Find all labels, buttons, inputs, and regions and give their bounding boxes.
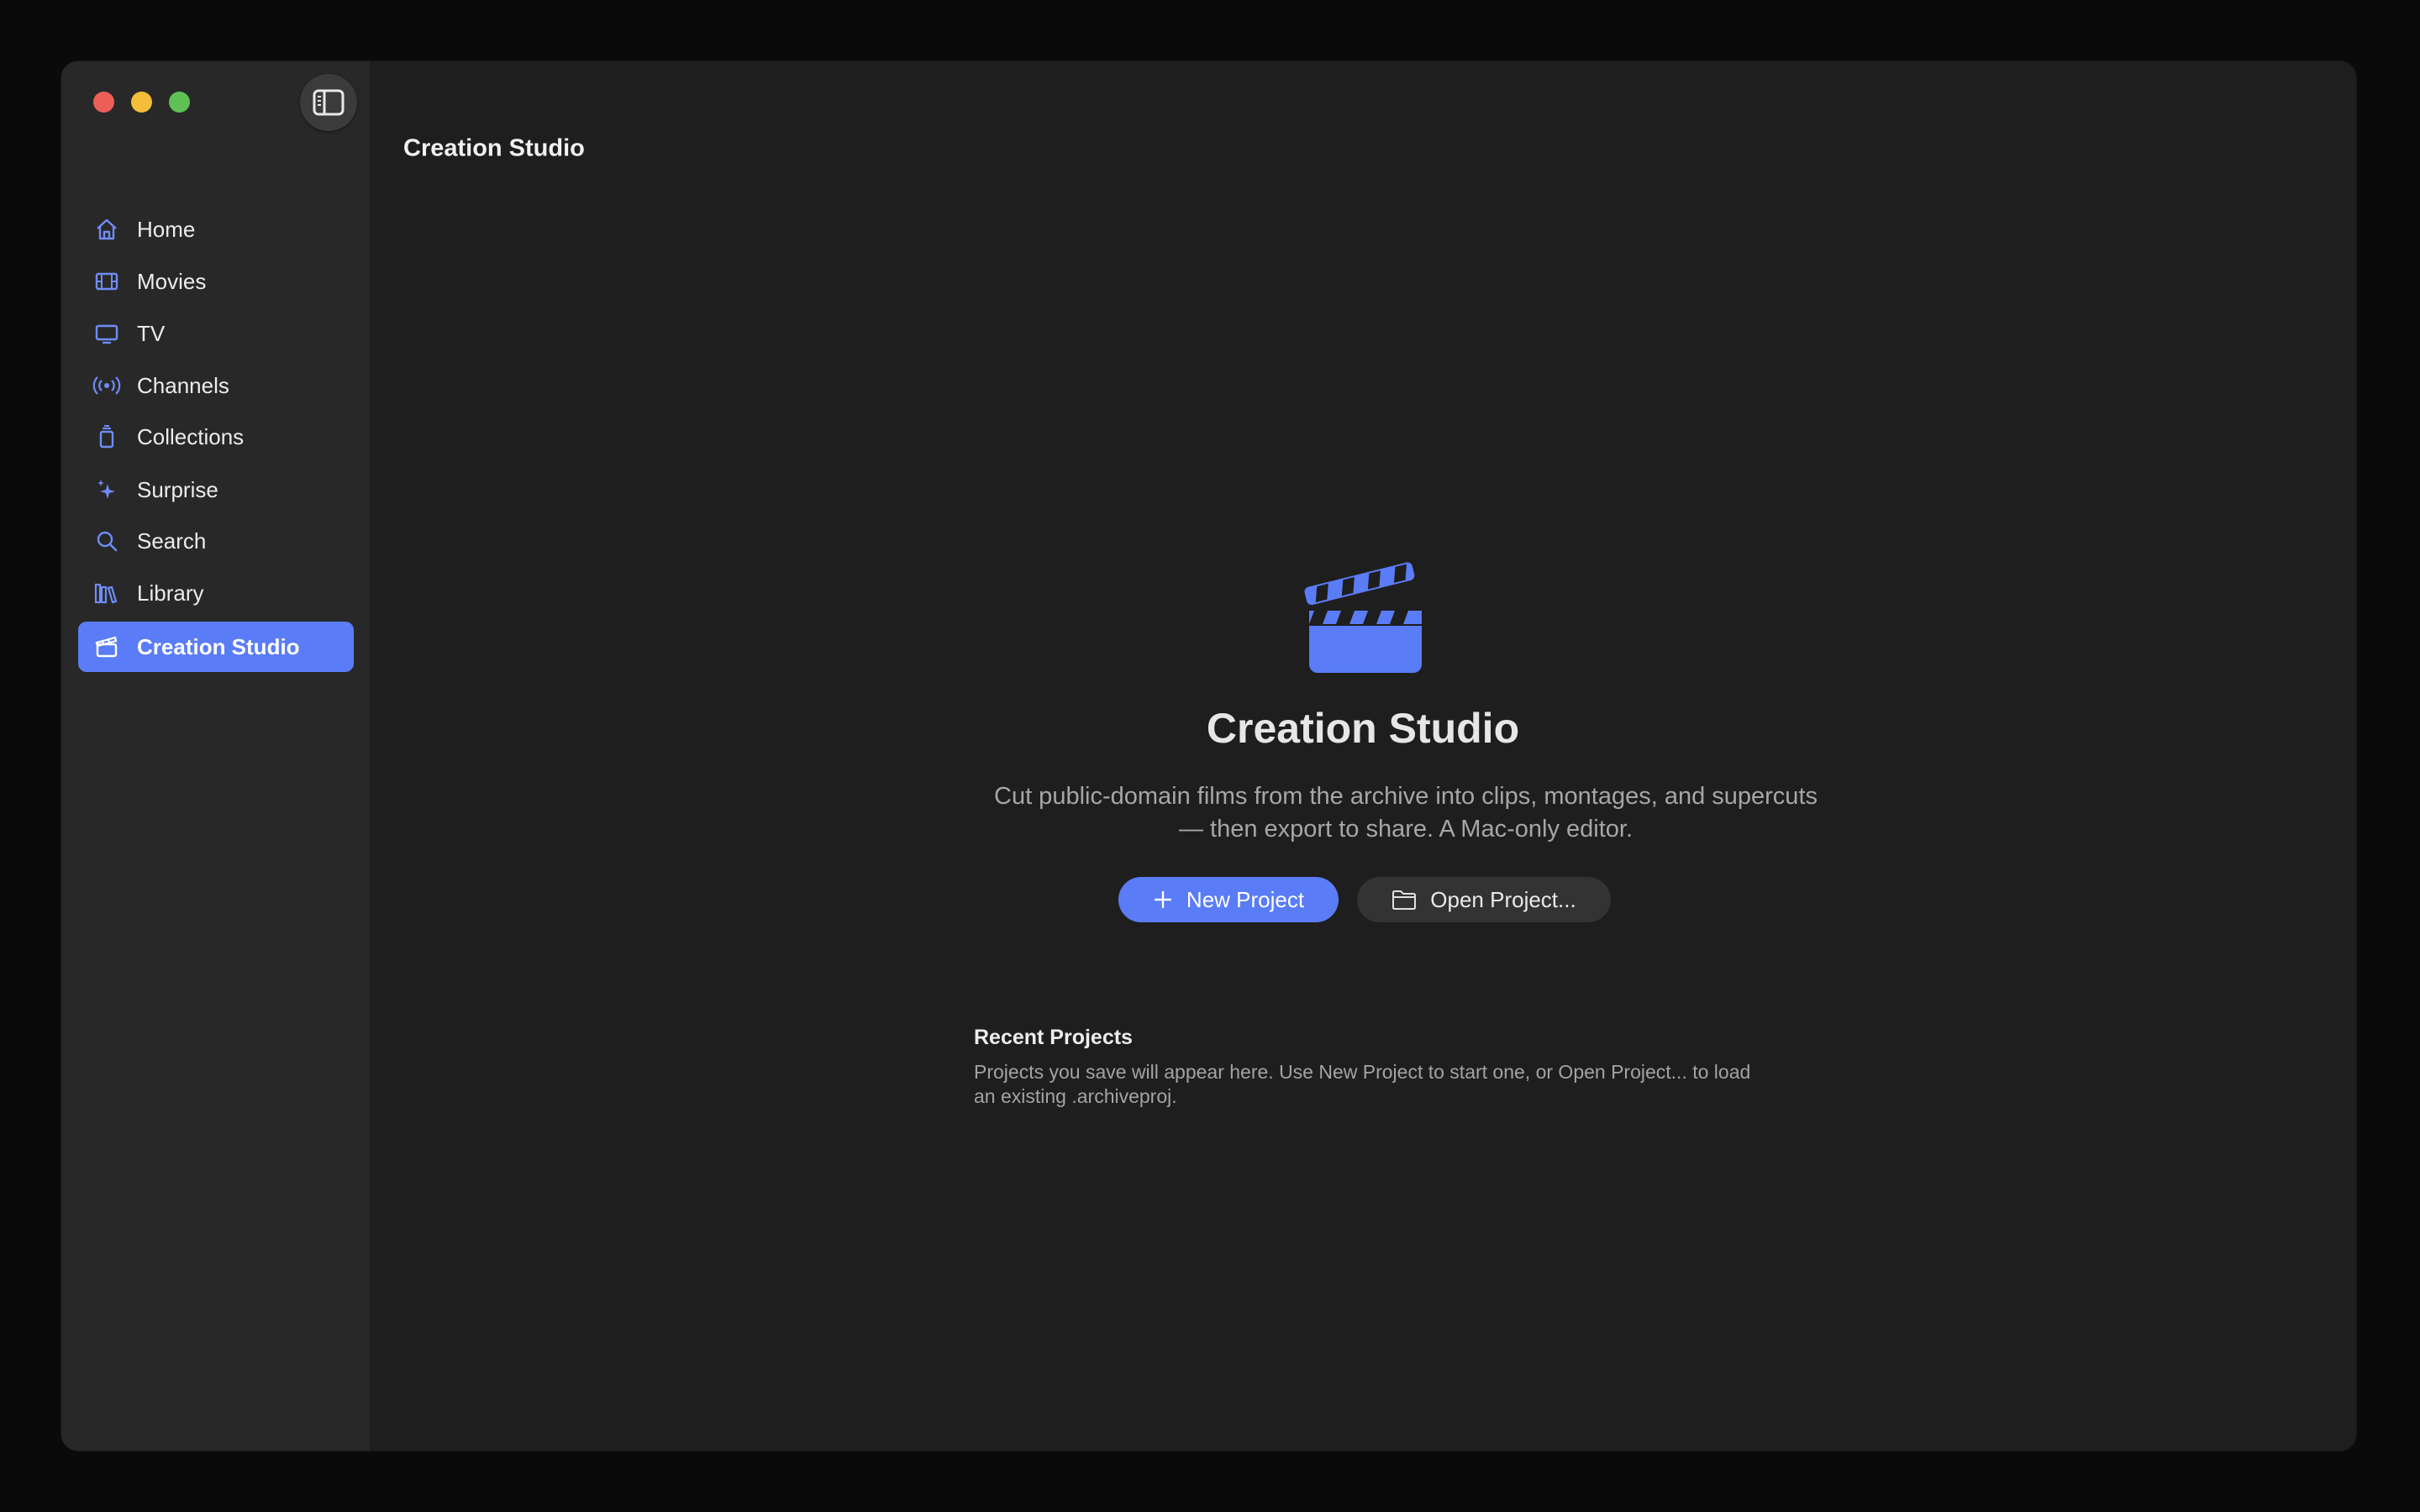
sidebar: Home Movies TV Channels Collections Surp… xyxy=(61,61,370,1451)
hero-description: Cut public-domain films from the archive… xyxy=(994,783,1818,843)
new-project-label: New Project xyxy=(1186,886,1305,912)
sidebar-item-tv[interactable]: TV xyxy=(78,308,354,359)
sidebar-item-label: Search xyxy=(137,528,207,554)
clapperboard-icon xyxy=(1304,562,1422,673)
sidebar-item-label: Movies xyxy=(137,268,207,294)
magnifying-glass-icon xyxy=(92,527,121,555)
sidebar-item-channels[interactable]: Channels xyxy=(78,360,354,411)
new-project-button[interactable]: New Project xyxy=(1118,877,1339,922)
sidebar-item-search[interactable]: Search xyxy=(78,516,354,566)
tv-icon xyxy=(92,319,121,348)
house-icon xyxy=(92,215,121,244)
film-icon xyxy=(92,267,121,296)
sidebar-item-label: TV xyxy=(137,320,166,346)
sidebar-item-home[interactable]: Home xyxy=(78,204,354,255)
window-controls xyxy=(93,92,190,113)
sidebar-item-label: Surprise xyxy=(137,476,218,502)
sidebar-item-label: Collections xyxy=(137,423,245,449)
sidebar-toggle-icon xyxy=(313,89,345,116)
sidebar-item-label: Library xyxy=(137,580,204,606)
collection-stack-icon xyxy=(92,423,121,451)
books-icon xyxy=(92,579,121,607)
zoom-window-button[interactable] xyxy=(169,92,190,113)
sidebar-toggle-button[interactable] xyxy=(300,74,357,131)
broadcast-icon xyxy=(92,371,121,400)
sidebar-item-label: Home xyxy=(137,216,196,242)
open-project-label: Open Project... xyxy=(1430,886,1576,912)
page-title: Creation Studio xyxy=(403,134,585,162)
minimize-window-button[interactable] xyxy=(131,92,152,113)
sidebar-item-library[interactable]: Library xyxy=(78,568,354,618)
sidebar-item-surprise[interactable]: Surprise xyxy=(78,465,354,515)
clapperboard-icon xyxy=(92,633,121,661)
plus-icon xyxy=(1153,890,1173,910)
sidebar-item-creation-studio[interactable]: Creation Studio xyxy=(78,622,354,672)
sidebar-item-movies[interactable]: Movies xyxy=(78,256,354,307)
sidebar-item-collections[interactable]: Collections xyxy=(78,412,354,462)
sidebar-item-label: Channels xyxy=(137,372,229,398)
folder-icon xyxy=(1392,889,1417,911)
recent-projects-empty-text: Projects you save will appear here. Use … xyxy=(974,1061,1751,1107)
recent-projects-heading: Recent Projects xyxy=(974,1026,1133,1049)
open-project-button[interactable]: Open Project... xyxy=(1357,877,1611,922)
hero-title: Creation Studio xyxy=(1206,705,1520,752)
close-window-button[interactable] xyxy=(93,92,114,113)
app-window: Home Movies TV Channels Collections Surp… xyxy=(61,61,2356,1451)
sidebar-item-label: Creation Studio xyxy=(137,633,300,659)
sparkles-icon xyxy=(92,475,121,504)
